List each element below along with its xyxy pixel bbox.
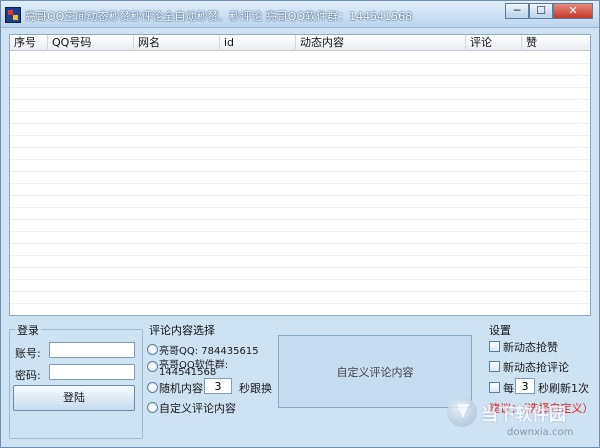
column-header-comment[interactable]: 评论 (466, 35, 522, 51)
column-header-nickname[interactable]: 网名 (134, 35, 220, 51)
custom-comment-panel[interactable]: 自定义评论内容 (278, 335, 472, 408)
new-like-checkbox[interactable] (489, 341, 500, 352)
close-button[interactable]: ✕ (553, 3, 593, 19)
refresh-prefix: 每 (503, 382, 514, 395)
window-controls: ─ ☐ ✕ (505, 3, 593, 19)
app-logo-icon (5, 7, 21, 23)
watermark-logo-icon (447, 397, 477, 427)
settings-group-title: 设置 (487, 322, 513, 338)
column-header-id[interactable]: id (220, 35, 296, 51)
new-comment-checkbox[interactable] (489, 361, 500, 372)
comment-select-title: 评论内容选择 (147, 322, 217, 338)
random-interval-input[interactable] (204, 378, 232, 394)
random-interval-suffix: 秒跟换 (239, 382, 272, 395)
radio-custom-option[interactable] (147, 402, 158, 413)
column-header-content[interactable]: 动态内容 (296, 35, 466, 51)
maximize-button[interactable]: ☐ (529, 3, 553, 19)
radio-group-label-line2: 144541568 (159, 367, 217, 378)
refresh-checkbox[interactable] (489, 382, 500, 393)
custom-comment-panel-label: 自定义评论内容 (336, 365, 414, 379)
password-input[interactable] (49, 364, 135, 380)
login-button[interactable]: 登陆 (13, 385, 135, 411)
radio-custom-label: 自定义评论内容 (159, 402, 236, 415)
minimize-button[interactable]: ─ (505, 3, 529, 19)
watermark-text: 当下软件园 (481, 405, 566, 425)
account-input[interactable] (49, 342, 135, 358)
column-header-index[interactable]: 序号 (10, 35, 48, 51)
column-header-qq[interactable]: QQ号码 (48, 35, 134, 51)
radio-qq-option[interactable] (147, 344, 158, 355)
window-title: 亮哥QQ空间动态秒赞秒评论全自动秒赞、秒评论 亮哥QQ软件群：144541568 (25, 10, 413, 22)
title-bar[interactable]: 亮哥QQ空间动态秒赞秒评论全自动秒赞、秒评论 亮哥QQ软件群：144541568… (1, 1, 599, 28)
column-header-like[interactable]: 赞 (522, 35, 590, 51)
radio-group-option[interactable] (147, 361, 158, 372)
watermark-url: downxia.com (507, 427, 574, 438)
radio-random-label: 随机内容 (159, 382, 203, 395)
radio-random-option[interactable] (147, 382, 158, 393)
login-group-title: 登录 (15, 322, 41, 338)
refresh-suffix: 秒刷新1次 (538, 382, 589, 395)
table-body[interactable] (10, 52, 590, 315)
account-label: 账号: (15, 347, 41, 360)
new-comment-label: 新动态抢评论 (503, 361, 569, 374)
password-label: 密码: (15, 369, 41, 382)
feed-table[interactable]: 序号 QQ号码 网名 id 动态内容 评论 赞 (9, 34, 591, 316)
table-header: 序号 QQ号码 网名 id 动态内容 评论 赞 (10, 35, 590, 51)
radio-qq-label: 亮哥QQ: 784435615 (159, 346, 259, 357)
watermark: 当下软件园 downxia.com (447, 397, 597, 445)
new-like-label: 新动态抢赞 (503, 341, 558, 354)
main-window: 亮哥QQ空间动态秒赞秒评论全自动秒赞、秒评论 亮哥QQ软件群：144541568… (0, 0, 600, 448)
refresh-interval-input[interactable] (515, 378, 535, 394)
